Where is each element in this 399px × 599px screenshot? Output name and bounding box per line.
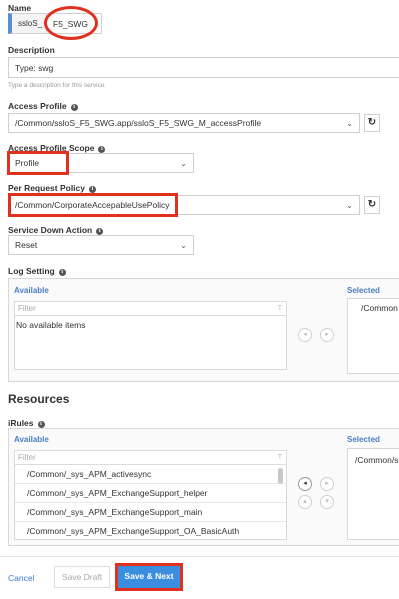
log-selected-item[interactable]: /Common bbox=[361, 303, 398, 313]
info-icon[interactable]: i bbox=[58, 269, 66, 276]
description-help-text: Type a description for this service. bbox=[8, 82, 107, 89]
name-label: Name bbox=[8, 3, 32, 13]
refresh-icon: ↻ bbox=[367, 199, 377, 210]
arrow-left-icon: ◂ bbox=[303, 480, 307, 487]
arrow-up-icon: ▴ bbox=[303, 498, 307, 505]
policy-highlight-box bbox=[8, 193, 178, 217]
log-selected-header: Selected bbox=[347, 286, 380, 295]
log-available-header: Available bbox=[14, 286, 49, 295]
irules-available-header: Available bbox=[14, 435, 49, 444]
irules-selected-header: Selected bbox=[347, 435, 380, 444]
irules-move-up-button[interactable]: ▴ bbox=[298, 495, 312, 509]
per-request-policy-label: Per Request Policy i bbox=[8, 183, 97, 193]
resources-heading: Resources bbox=[8, 392, 70, 406]
info-icon[interactable]: i bbox=[96, 228, 104, 235]
irules-selected-item[interactable]: /Common/s bbox=[355, 455, 398, 465]
arrow-right-icon: ▸ bbox=[325, 331, 329, 338]
irules-scrollbar[interactable] bbox=[278, 468, 283, 484]
footer-divider bbox=[0, 556, 399, 557]
refresh-icon: ↻ bbox=[367, 117, 377, 128]
info-icon[interactable]: i bbox=[98, 146, 106, 153]
service-down-action-label: Service Down Action i bbox=[8, 225, 104, 235]
list-item[interactable]: /Common/_sys_APM_activesync bbox=[15, 465, 286, 484]
info-icon[interactable]: i bbox=[89, 186, 97, 193]
irules-filter-input[interactable]: Filter T bbox=[14, 450, 287, 465]
irules-move-right-button[interactable]: ▸ bbox=[320, 477, 334, 491]
service-down-action-select[interactable]: Reset ⌄ bbox=[8, 235, 194, 255]
irules-move-down-button[interactable]: ▾ bbox=[320, 495, 334, 509]
log-empty-text: No available items bbox=[16, 320, 86, 330]
cancel-link[interactable]: Cancel bbox=[8, 568, 34, 588]
chevron-down-icon: ⌄ bbox=[180, 159, 187, 168]
access-profile-select[interactable]: /Common/ssloS_F5_SWG.app/ssloS_F5_SWG_M_… bbox=[8, 113, 360, 133]
scope-highlight-box bbox=[7, 151, 69, 175]
log-setting-label: Log Setting i bbox=[8, 266, 66, 276]
chevron-down-icon: ⌄ bbox=[346, 201, 353, 210]
arrow-left-icon: ◂ bbox=[303, 331, 307, 338]
list-item[interactable]: /Common/_sys_APM_ExchangeSupport_OA_Basi… bbox=[15, 522, 286, 539]
access-profile-label: Access Profile i bbox=[8, 101, 78, 111]
access-profile-refresh-button[interactable]: ↻ bbox=[364, 114, 380, 132]
log-move-left-button[interactable]: ◂ bbox=[298, 328, 312, 342]
arrow-down-icon: ▾ bbox=[325, 498, 329, 505]
save-next-highlight-box bbox=[115, 563, 183, 591]
list-item[interactable]: /Common/_sys_APM_ExchangeSupport_helper bbox=[15, 484, 286, 503]
irules-label: iRules i bbox=[8, 418, 45, 428]
description-input[interactable]: Type: swg bbox=[8, 57, 399, 78]
clear-filter-icon[interactable]: T bbox=[278, 451, 282, 464]
save-draft-button[interactable]: Save Draft bbox=[54, 566, 110, 588]
per-request-policy-refresh-button[interactable]: ↻ bbox=[364, 196, 380, 214]
description-label: Description bbox=[8, 45, 55, 55]
irules-move-left-button[interactable]: ◂ bbox=[298, 477, 312, 491]
log-move-right-button[interactable]: ▸ bbox=[320, 328, 334, 342]
list-item[interactable]: /Common/_sys_APM_ExchangeSupport_main bbox=[15, 503, 286, 522]
name-highlight-ellipse bbox=[44, 6, 98, 40]
name-prefix: ssloS_ bbox=[8, 13, 48, 34]
info-icon[interactable]: i bbox=[70, 104, 78, 111]
clear-filter-icon[interactable]: T bbox=[278, 302, 282, 315]
chevron-down-icon: ⌄ bbox=[180, 241, 187, 250]
log-filter-input[interactable]: Filter T bbox=[14, 301, 287, 316]
irules-available-list[interactable]: /Common/_sys_APM_activesync /Common/_sys… bbox=[14, 465, 287, 540]
info-icon[interactable]: i bbox=[37, 421, 45, 428]
arrow-right-icon: ▸ bbox=[325, 480, 329, 487]
chevron-down-icon: ⌄ bbox=[346, 119, 353, 128]
